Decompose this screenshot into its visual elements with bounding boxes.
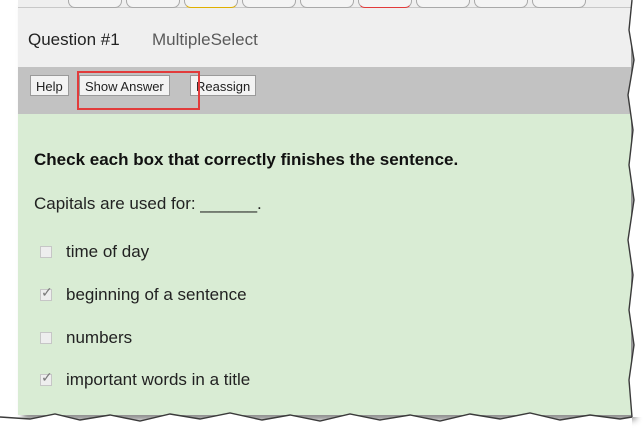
question-tab[interactable] [532,0,586,8]
answer-option[interactable]: numbers [40,328,132,348]
question-type: MultipleSelect [152,30,258,49]
option-label: numbers [66,328,133,347]
question-prompt: Capitals are used for: ______. [34,194,262,213]
option-label: beginning of a sentence [66,285,247,304]
question-tab[interactable] [416,0,470,8]
question-tab[interactable] [358,0,412,8]
reassign-button[interactable]: Reassign [190,75,257,96]
option-label: important words in a title [66,370,251,389]
question-instruction: Check each box that correctly finishes t… [34,150,459,169]
question-tab[interactable] [300,0,354,8]
answer-option[interactable]: ✓ important words in a title [40,370,250,390]
question-card: Question #1 MultipleSelect Help Show Ans… [18,0,631,415]
answer-area: Check each box that correctly finishes t… [18,114,631,415]
answer-option[interactable]: time of day [40,242,149,262]
checkbox[interactable] [40,246,52,258]
show-answer-button[interactable]: Show Answer [79,75,170,96]
question-tab[interactable] [474,0,528,8]
option-label: time of day [66,242,150,261]
help-button[interactable]: Help [30,75,69,96]
checkbox[interactable]: ✓ [40,285,53,301]
question-number: Question #1 [28,30,120,49]
checkmark-icon: ✓ [41,284,53,300]
checkbox[interactable] [40,332,52,344]
question-toolbar: Help Show Answer Reassign [18,67,631,114]
question-tab[interactable] [68,0,122,8]
question-tab[interactable] [126,0,180,8]
answer-option[interactable]: ✓ beginning of a sentence [40,285,247,305]
tab-strip [18,0,631,8]
checkmark-icon: ✓ [41,369,53,385]
question-tab[interactable] [184,0,238,8]
question-tab[interactable] [242,0,296,8]
question-header: Question #1 MultipleSelect [18,8,631,67]
checkbox[interactable]: ✓ [40,370,53,386]
